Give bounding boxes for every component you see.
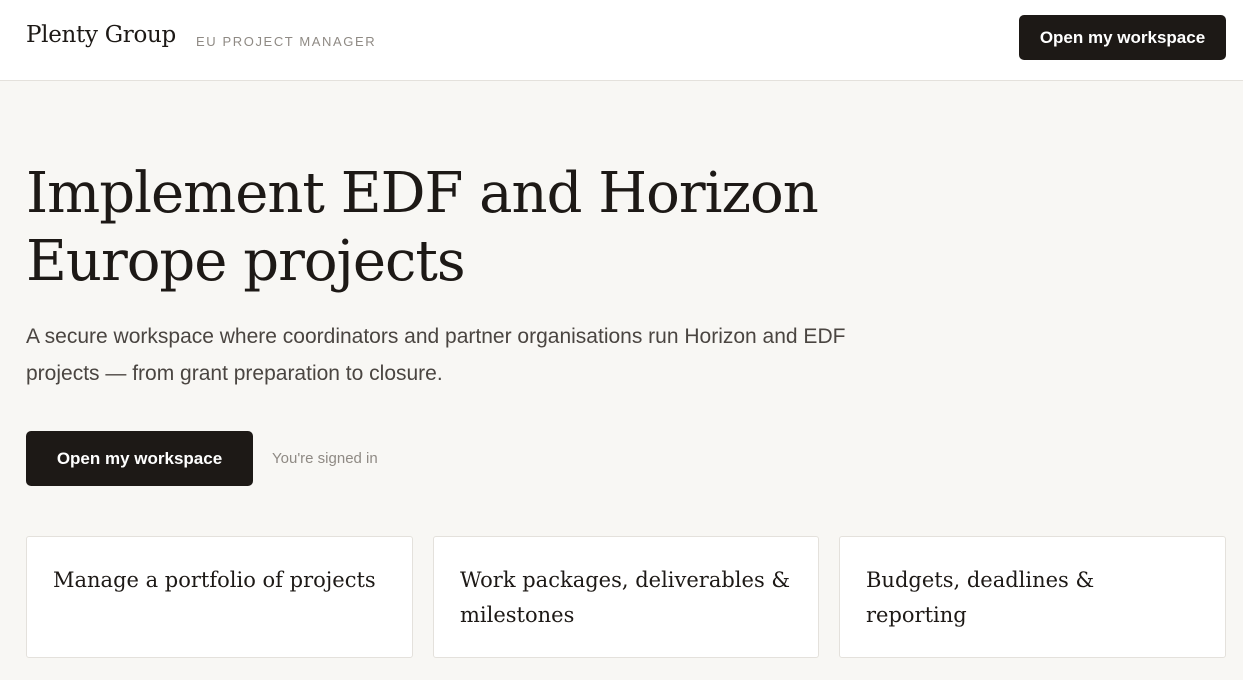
brand-subtitle: EU PROJECT MANAGER <box>196 34 377 49</box>
feature-card-title: Budgets, deadlines & reporting <box>866 568 1095 627</box>
open-workspace-button[interactable]: Open my workspace <box>26 431 253 486</box>
feature-card-portfolio: Manage a portfolio of projects <box>26 536 413 658</box>
hero-title: Implement EDF and Horizon Europe project… <box>26 161 819 294</box>
signed-in-status: You're signed in <box>272 450 378 467</box>
brand-logo[interactable]: Plenty Group <box>26 22 176 48</box>
feature-card-budgets: Budgets, deadlines & reporting <box>839 536 1226 658</box>
open-workspace-header-button[interactable]: Open my workspace <box>1019 15 1226 60</box>
hero-subtitle: A secure workspace where coordinators an… <box>26 325 846 385</box>
feature-card-title: Manage a portfolio of projects <box>53 568 376 592</box>
feature-card-work-packages: Work packages, deliverables & milestones <box>433 536 819 658</box>
site-header: Plenty Group EU PROJECT MANAGER Open my … <box>0 0 1243 81</box>
feature-card-title: Work packages, deliverables & milestones <box>460 568 791 627</box>
